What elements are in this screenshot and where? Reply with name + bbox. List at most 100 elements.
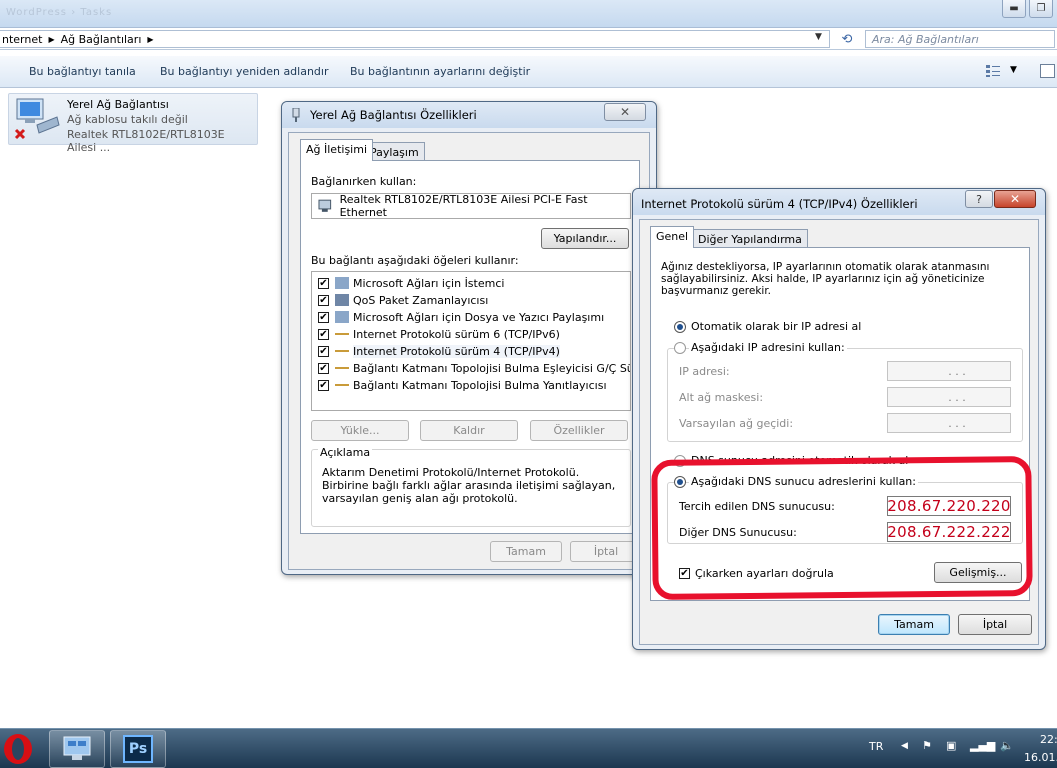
list-item[interactable]: ✔ Bağlantı Katmanı Topolojisi Bulma Eşley… <box>318 360 630 376</box>
action-center-icon[interactable]: ⚑ <box>922 739 932 752</box>
description-title: Açıklama <box>318 446 373 459</box>
chevron-right-icon[interactable]: ▶ <box>147 35 153 44</box>
ip-address-field[interactable]: . . . <box>887 361 1011 381</box>
item-label: Internet Protokolü sürüm 4 (TCP/IPv4) <box>353 344 560 358</box>
rename-button[interactable]: Bu bağlantıyı yeniden adlandır <box>160 65 329 78</box>
item-checkbox[interactable]: ✔ <box>318 277 329 289</box>
restore-icon: ❐ <box>1036 3 1046 14</box>
networking-panel: Bağlanırken kullan: Realtek RTL8102E/RTL… <box>300 160 640 534</box>
tab-networking[interactable]: Ağ İletişimi <box>300 139 373 161</box>
volume-icon[interactable]: 🔈 <box>1000 739 1014 752</box>
view-options-icon[interactable] <box>985 64 1001 78</box>
gateway-label: Varsayılan ağ geçidi: <box>679 417 794 430</box>
minimize-button[interactable]: ▬ <box>1002 0 1026 18</box>
opera-button[interactable] <box>0 730 46 768</box>
diagnose-button[interactable]: Bu bağlantıyı tanıla <box>29 65 136 78</box>
lan-dialog-title: Yerel Ağ Bağlantısı Özellikleri <box>310 108 477 122</box>
close-icon: ✕ <box>1009 192 1021 206</box>
connection-status: Ağ kablosu takılı değil <box>67 113 188 126</box>
tray-expand-icon[interactable]: ◀ <box>901 741 908 751</box>
view-dropdown-icon[interactable]: ▼ <box>1010 65 1017 75</box>
list-item[interactable]: ✔ Internet Protokolü sürüm 6 (TCP/IPv6) <box>318 326 560 342</box>
search-input[interactable]: Ara: Ağ Bağlantıları <box>865 30 1055 48</box>
photoshop-icon: Ps <box>123 735 153 763</box>
file-sharing-icon <box>335 311 349 323</box>
qos-icon <box>335 294 349 306</box>
network-taskbar-button[interactable] <box>49 730 105 768</box>
manual-ip-label: Aşağıdaki IP adresini kullan: <box>689 341 847 354</box>
item-label: Microsoft Ağları için Dosya ve Yazıcı Pa… <box>353 310 605 324</box>
help-icon: ? <box>976 192 982 206</box>
window-title: WordPress › Tasks <box>6 7 113 18</box>
restore-button[interactable]: ❐ <box>1029 0 1053 18</box>
tab-general[interactable]: Genel <box>650 226 695 248</box>
preview-pane-icon[interactable] <box>1040 64 1055 78</box>
clock-time[interactable]: 22: <box>1040 733 1057 746</box>
items-label: Bu bağlantı aşağıdaki öğeleri kullanır: <box>311 254 519 267</box>
address-dropdown-icon[interactable]: ▼ <box>815 32 822 42</box>
item-label: Bağlantı Katmanı Topolojisi Bulma Eşleyi… <box>353 361 630 375</box>
connection-item[interactable]: Yerel Ağ Bağlantısı Ağ kablosu takılı de… <box>8 93 258 154</box>
refresh-icon: ⟲ <box>841 31 853 47</box>
tab-alternate-config[interactable]: Diğer Yapılandırma <box>692 229 808 249</box>
ipv4-close-button[interactable]: ✕ <box>994 190 1036 208</box>
refresh-button[interactable]: ⟲ <box>836 30 858 48</box>
manual-ip-radio[interactable] <box>674 342 686 354</box>
ipv4-cancel-button[interactable]: İptal <box>958 614 1032 635</box>
taskbar: Ps TR ◀ ⚑ ▣ ▂▄▆ 🔈 22: 16.01. <box>0 728 1057 768</box>
breadcrumb-internet[interactable]: nternet <box>2 33 42 46</box>
signal-icon[interactable]: ▂▄▆ <box>970 739 995 752</box>
lan-close-button[interactable]: ✕ <box>604 103 646 121</box>
network-adapter-icon <box>14 98 60 140</box>
opera-icon <box>4 734 32 764</box>
item-checkbox[interactable]: ✔ <box>318 345 329 357</box>
properties-button[interactable]: Özellikler <box>530 420 628 441</box>
item-label: QoS Paket Zamanlayıcısı <box>353 293 489 307</box>
item-checkbox[interactable]: ✔ <box>318 311 329 323</box>
ipv4-dialog-titlebar: Internet Protokolü sürüm 4 (TCP/IPv4) Öz… <box>633 189 1045 215</box>
network-plug-icon <box>292 108 300 122</box>
uninstall-button[interactable]: Kaldır <box>420 420 518 441</box>
list-item[interactable]: ✔ QoS Paket Zamanlayıcısı <box>318 292 488 308</box>
description-group: Açıklama Aktarım Denetimi Protokolü/Inte… <box>311 446 631 527</box>
list-item[interactable]: ✔ Internet Protokolü sürüm 4 (TCP/IPv4) <box>318 343 560 359</box>
lan-properties-dialog: Yerel Ağ Bağlantısı Özellikleri ✕ Ağ İle… <box>281 101 657 575</box>
protocol-icon <box>335 384 349 386</box>
network-tray-icon[interactable]: ▣ <box>946 739 956 752</box>
change-settings-button[interactable]: Bu bağlantının ayarlarını değiştir <box>350 65 530 78</box>
protocol-icon <box>335 367 349 369</box>
breadcrumb-network-connections[interactable]: Ağ Bağlantıları <box>61 33 142 46</box>
item-label: Internet Protokolü sürüm 6 (TCP/IPv6) <box>353 327 560 341</box>
protocol-icon <box>335 350 349 352</box>
list-item[interactable]: ✔ Bağlantı Katmanı Topolojisi Bulma Yanıt… <box>318 377 607 393</box>
list-item[interactable]: ✔ Microsoft Ağları için İstemci <box>318 275 504 291</box>
item-checkbox[interactable]: ✔ <box>318 328 329 340</box>
language-indicator[interactable]: TR <box>869 740 883 753</box>
ipv4-ok-button[interactable]: Tamam <box>878 614 950 635</box>
list-item[interactable]: ✔ Microsoft Ağları için Dosya ve Yazıcı P… <box>318 309 604 325</box>
tab-sharing[interactable]: Paylaşım <box>364 142 425 162</box>
install-button[interactable]: Yükle... <box>311 420 409 441</box>
auto-ip-radio[interactable] <box>674 321 686 333</box>
adapter-icon <box>318 199 332 212</box>
explorer-titlebar: WordPress › Tasks ▬ ❐ <box>0 0 1057 28</box>
chevron-right-icon[interactable]: ▶ <box>48 35 54 44</box>
ipv4-dialog-title: Internet Protokolü sürüm 4 (TCP/IPv4) Öz… <box>641 197 918 211</box>
lan-ok-button[interactable]: Tamam <box>490 541 562 562</box>
breadcrumb[interactable]: nternet ▶ Ağ Bağlantıları ▶ <box>0 30 830 48</box>
item-checkbox[interactable]: ✔ <box>318 362 329 374</box>
item-checkbox[interactable]: ✔ <box>318 379 329 391</box>
clock-date[interactable]: 16.01. <box>1024 751 1057 764</box>
auto-ip-label: Otomatik olarak bir IP adresi al <box>691 320 862 333</box>
adapter-field: Realtek RTL8102E/RTL8103E Ailesi PCI-E F… <box>311 193 631 219</box>
configure-button[interactable]: Yapılandır... <box>541 228 629 249</box>
minimize-icon: ▬ <box>1009 3 1019 14</box>
gateway-field[interactable]: . . . <box>887 413 1011 433</box>
subnet-mask-field[interactable]: . . . <box>887 387 1011 407</box>
help-button[interactable]: ? <box>965 190 993 208</box>
items-list: ✔ Microsoft Ağları için İstemci ✔ QoS Pake… <box>311 271 631 411</box>
photoshop-taskbar-button[interactable]: Ps <box>110 730 166 768</box>
network-icon <box>63 736 91 760</box>
connection-name: Yerel Ağ Bağlantısı <box>67 98 169 111</box>
item-checkbox[interactable]: ✔ <box>318 294 329 306</box>
